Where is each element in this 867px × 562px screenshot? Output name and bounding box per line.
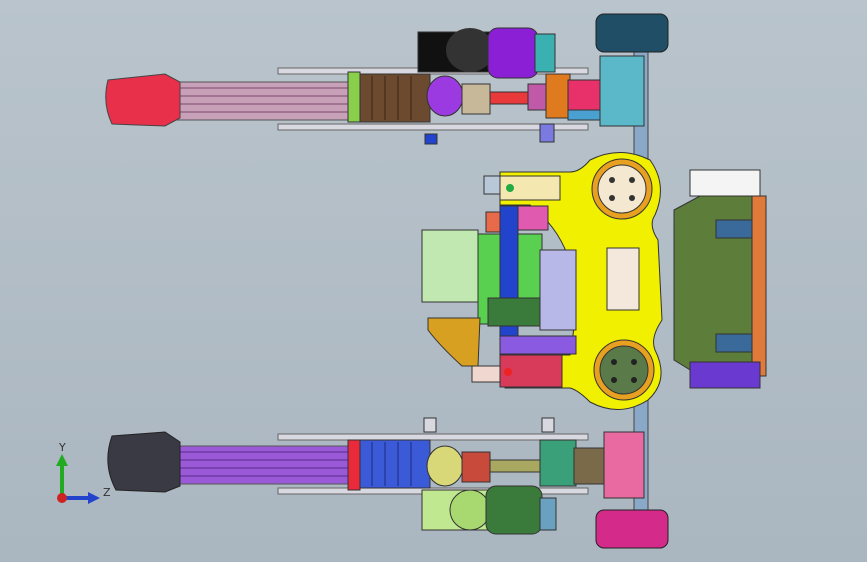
green-housing-edge — [751, 195, 767, 377]
bottom-red-bracket — [347, 439, 361, 491]
top-small-bolt — [539, 123, 555, 143]
frame-clip — [483, 175, 501, 195]
bottom-grip-handle[interactable] — [107, 431, 181, 493]
top-brown-body — [359, 73, 431, 123]
bottom-wheel[interactable] — [595, 509, 669, 549]
bolt — [611, 359, 617, 365]
indicator — [506, 184, 514, 192]
top-green-bracket — [347, 71, 361, 123]
center-pink-cap — [517, 205, 549, 231]
right-green-block[interactable] — [673, 169, 767, 389]
top-purple-motor[interactable] — [487, 27, 539, 79]
bolt — [609, 195, 615, 201]
top-grip-handle[interactable] — [105, 73, 181, 127]
top-purple-roller — [426, 75, 464, 117]
bottom-shaft — [489, 459, 543, 473]
top-red-shaft — [489, 91, 531, 105]
bottom-rail — [277, 433, 589, 441]
bottom-teal-block — [539, 439, 577, 487]
bottom-bearing-face — [599, 345, 649, 395]
x-axis-dot — [57, 493, 67, 503]
indicator — [504, 368, 512, 376]
purple-cap — [689, 361, 761, 389]
bolt — [609, 177, 615, 183]
top-wheel[interactable] — [595, 13, 669, 53]
triad-y-label: Y — [59, 441, 66, 454]
top-beige-block — [461, 83, 491, 115]
bottom-green-motor[interactable] — [485, 485, 543, 535]
triad-z-label: Z — [103, 486, 111, 499]
z-axis-arrowhead — [88, 492, 100, 504]
top-bearing-face — [597, 164, 647, 214]
bottom-yellow-roller — [426, 445, 464, 487]
y-axis-arrowhead — [56, 454, 68, 466]
green-slot-top — [715, 219, 753, 239]
axis-triad — [56, 454, 100, 504]
bottom-arm-assembly[interactable] — [107, 417, 605, 535]
bolt — [631, 377, 637, 383]
bottom-cyan-cap — [539, 497, 557, 531]
top-orange-block — [545, 73, 571, 119]
white-cap — [689, 169, 761, 197]
center-orange-tab — [485, 211, 501, 233]
top-motor-end — [446, 28, 494, 72]
bottom-pink-column — [603, 431, 645, 499]
top-arm-assembly[interactable] — [105, 27, 641, 145]
center-gold-bracket — [427, 317, 481, 367]
bottom-small-bolt-right — [541, 417, 555, 433]
bolt — [629, 195, 635, 201]
yellow-frame-window — [606, 247, 640, 311]
bolt — [611, 377, 617, 383]
top-pink-nut — [527, 83, 549, 111]
top-teal-cap — [534, 33, 556, 73]
center-gearbox[interactable] — [421, 205, 577, 367]
cad-viewport[interactable]: Y Z — [0, 0, 867, 562]
center-lavender-block — [539, 249, 577, 331]
bottom-motor-end — [449, 489, 491, 531]
bolt — [631, 359, 637, 365]
bolt — [629, 177, 635, 183]
bottom-small-bolt — [423, 417, 437, 433]
frame-bottom-clip — [471, 365, 501, 383]
green-slot-bottom — [715, 333, 753, 353]
center-purple-bar — [499, 335, 577, 355]
bottom-brown-block — [461, 451, 491, 483]
bottom-blue-body — [359, 439, 431, 489]
center-dark-green — [487, 297, 541, 327]
top-cyan-column — [599, 55, 645, 127]
cad-assembly-icon[interactable] — [0, 0, 867, 562]
top-small-bolt-blue — [424, 133, 438, 145]
center-left-motor — [421, 229, 479, 303]
bottom-olive-block — [573, 447, 605, 485]
